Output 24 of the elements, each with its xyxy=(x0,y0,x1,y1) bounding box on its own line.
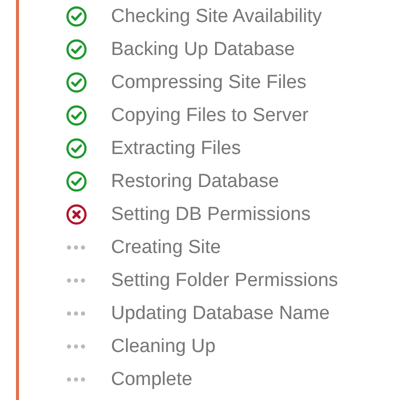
step-label: Compressing Site Files xyxy=(111,72,306,94)
step-label: Complete xyxy=(111,368,192,390)
step-label: Setting DB Permissions xyxy=(111,204,311,226)
step-label: Cleaning Up xyxy=(111,336,216,358)
ellipsis-icon xyxy=(66,344,86,349)
ellipsis-icon xyxy=(66,377,86,382)
step-label: Restoring Database xyxy=(111,170,279,192)
check-circle-icon xyxy=(66,138,86,159)
check-circle-icon xyxy=(66,171,86,192)
step-label: Copying Files to Server xyxy=(111,104,308,126)
step-label: Extracting Files xyxy=(111,138,241,160)
check-circle-icon xyxy=(66,105,86,126)
step-label: Backing Up Database xyxy=(111,38,295,60)
ellipsis-icon xyxy=(66,311,86,316)
check-circle-icon xyxy=(66,6,86,27)
step-label: Creating Site xyxy=(111,236,221,258)
ellipsis-icon xyxy=(66,278,86,283)
error-circle-icon xyxy=(66,204,86,225)
check-circle-icon xyxy=(66,39,86,60)
step-label: Updating Database Name xyxy=(111,302,330,324)
step-label: Checking Site Availability xyxy=(111,6,322,28)
ellipsis-icon xyxy=(66,245,86,250)
step-label: Setting Folder Permissions xyxy=(111,270,338,292)
check-circle-icon xyxy=(66,72,86,93)
